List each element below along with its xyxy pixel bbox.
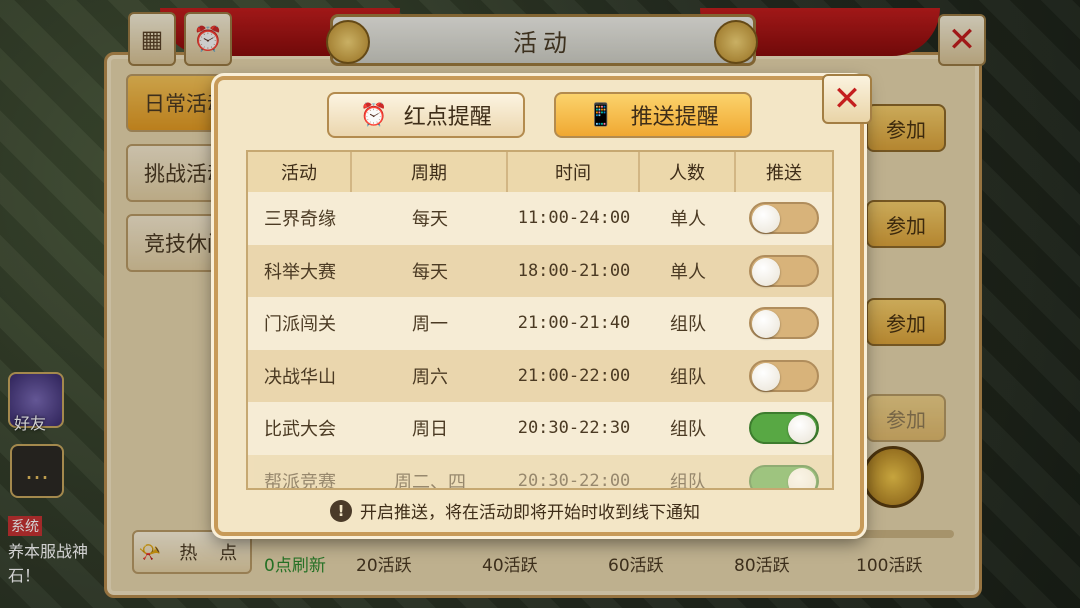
push-schedule-table: 活动 周期 时间 人数 推送 三界奇缘 每天 11:00-24:00 单人 科举大赛 每天… <box>246 150 834 490</box>
push-notice: ! 开启推送，将在活动即将开始时收到线下通知 <box>330 498 700 523</box>
toggle-knob <box>752 310 780 339</box>
table-row: 三界奇缘 每天 11:00-24:00 单人 <box>248 192 832 245</box>
activity-period: 每天 <box>412 209 448 231</box>
activity-time: 18:00-21:00 <box>517 260 631 281</box>
activity-name: 三界奇缘 <box>264 209 336 231</box>
activity-time: 21:00-22:00 <box>517 365 631 386</box>
activity-time: 21:00-21:40 <box>517 313 631 334</box>
toggle-knob <box>788 415 816 444</box>
activity-mode: 单人 <box>670 261 706 283</box>
activity-time: 11:00-24:00 <box>517 208 631 229</box>
activity-name: 科举大赛 <box>264 261 336 283</box>
toggle-knob <box>752 362 780 391</box>
column-header: 周期 <box>352 152 508 192</box>
activity-period: 每天 <box>412 261 448 283</box>
push-toggle[interactable] <box>749 202 819 235</box>
phone-icon: 📱 <box>587 102 615 128</box>
toggle-knob <box>752 205 780 234</box>
activity-mode: 组队 <box>670 366 706 388</box>
table-row: 科举大赛 每天 18:00-21:00 单人 <box>248 244 832 298</box>
column-header: 活动 <box>248 152 352 192</box>
push-cell <box>736 402 832 455</box>
column-header: 推送 <box>766 163 802 184</box>
activity-period: 周二、四 <box>394 471 466 490</box>
toggle-knob <box>752 257 780 286</box>
push-toggle[interactable] <box>749 412 819 445</box>
activity-period: 周日 <box>412 419 448 441</box>
activity-mode: 组队 <box>670 471 706 490</box>
activity-name: 门派闯关 <box>264 314 336 336</box>
close-icon: ✕ <box>832 79 862 119</box>
activity-time: 20:30-22:00 <box>517 470 631 490</box>
push-toggle[interactable] <box>749 254 819 287</box>
push-cell <box>736 245 832 298</box>
activity-mode: 组队 <box>670 314 706 336</box>
push-cell <box>736 297 832 350</box>
activity-name: 帮派竞赛 <box>264 471 336 490</box>
table-header: 活动 周期 时间 人数 推送 <box>248 152 832 192</box>
toggle-knob <box>788 467 816 488</box>
dialog-close-button[interactable]: ✕ <box>822 74 872 124</box>
activity-period: 周六 <box>412 366 448 388</box>
tab-red-dot-reminder[interactable]: ⏰ 红点提醒 <box>327 92 525 138</box>
push-cell <box>736 350 832 403</box>
table-row: 帮派竞赛 周二、四 20:30-22:00 组队 <box>248 454 832 490</box>
push-cell <box>736 192 832 245</box>
column-header: 时间 <box>508 152 640 192</box>
push-toggle[interactable] <box>749 359 819 392</box>
table-row: 门派闯关 周一 21:00-21:40 组队 <box>248 297 832 350</box>
column-header: 人数 <box>640 152 736 192</box>
activity-name: 比武大会 <box>264 419 336 441</box>
alarm-clock-icon: ⏰ <box>360 102 388 128</box>
activity-name: 决战华山 <box>264 366 336 388</box>
table-row: 决战华山 周六 21:00-22:00 组队 <box>248 349 832 403</box>
push-toggle[interactable] <box>749 464 819 488</box>
table-body: 三界奇缘 每天 11:00-24:00 单人 科举大赛 每天 18:00-21:00 单人 门派… <box>248 192 832 490</box>
warning-icon: ! <box>330 499 352 522</box>
activity-mode: 组队 <box>670 419 706 441</box>
activity-mode: 单人 <box>670 209 706 231</box>
tab-push-reminder[interactable]: 📱 推送提醒 <box>554 92 752 138</box>
activity-period: 周一 <box>412 314 448 336</box>
push-toggle[interactable] <box>749 307 819 340</box>
push-cell <box>736 455 832 488</box>
table-row: 比武大会 周日 20:30-22:30 组队 <box>248 402 832 455</box>
activity-time: 20:30-22:30 <box>517 418 631 439</box>
